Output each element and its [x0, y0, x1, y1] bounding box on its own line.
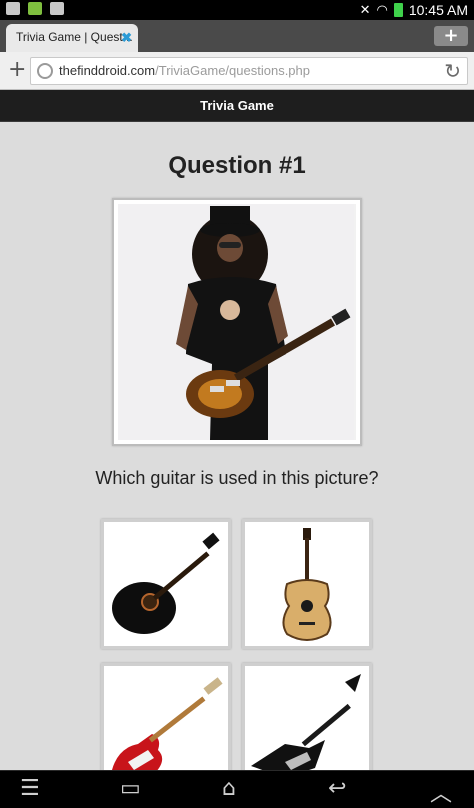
page-header: Trivia Game: [0, 90, 474, 122]
question-photo: [112, 198, 362, 446]
url-text[interactable]: thefinddroid.com/TriviaGame/questions.ph…: [59, 63, 310, 78]
up-icon[interactable]: ︿: [430, 776, 452, 808]
tab-title: Trivia Game | Quest...: [16, 30, 133, 44]
globe-icon: [37, 63, 53, 79]
black-explorer-guitar-image: [245, 666, 369, 770]
answer-option-3[interactable]: [101, 663, 231, 770]
home-icon[interactable]: ⌂: [222, 776, 236, 801]
close-tab-icon[interactable]: ✖: [121, 30, 132, 46]
menu-icon[interactable]: ☰: [20, 776, 40, 801]
red-stratocaster-image: [104, 666, 228, 770]
back-icon[interactable]: ↩: [328, 776, 346, 801]
question-text: Which guitar is used in this picture?: [95, 468, 379, 488]
wifi-icon: ◠: [376, 2, 388, 18]
answer-option-1[interactable]: [101, 519, 231, 649]
battery-icon: [393, 3, 403, 17]
url-bar: + thefinddroid.com/TriviaGame/questions.…: [0, 52, 474, 90]
android-icon: [28, 2, 42, 15]
answer-option-4[interactable]: [242, 663, 372, 770]
gallery-icon: [6, 2, 20, 15]
system-icons: ✕ ◠ 10:45 AM: [360, 2, 468, 18]
new-tab-button[interactable]: +: [434, 26, 468, 46]
answer-option-2[interactable]: [242, 519, 372, 649]
clock: 10:45 AM: [408, 2, 468, 18]
status-bar: ✕ ◠ 10:45 AM: [0, 0, 474, 20]
media-icon: [50, 2, 64, 15]
page-content: Question #1 Which guitar is used in this…: [0, 122, 474, 770]
natural-acoustic-guitar-image: [245, 522, 369, 646]
reload-icon[interactable]: ↻: [444, 59, 461, 83]
mute-icon: ✕: [359, 2, 371, 18]
add-bookmark-icon[interactable]: +: [8, 58, 26, 82]
notification-icons: [6, 2, 64, 15]
guitarist-photo: [118, 204, 356, 440]
browser-tab-strip: Trivia Game | Quest... ✖ +: [0, 20, 474, 52]
address-field[interactable]: thefinddroid.com/TriviaGame/questions.ph…: [30, 57, 468, 85]
system-nav-bar: ☰ ▭ ⌂ ↩ ︿: [0, 770, 474, 808]
black-acoustic-guitar-image: [104, 522, 228, 646]
question-title: Question #1: [168, 152, 306, 179]
browser-tab[interactable]: Trivia Game | Quest... ✖: [6, 24, 138, 52]
recent-apps-icon[interactable]: ▭: [120, 776, 141, 801]
